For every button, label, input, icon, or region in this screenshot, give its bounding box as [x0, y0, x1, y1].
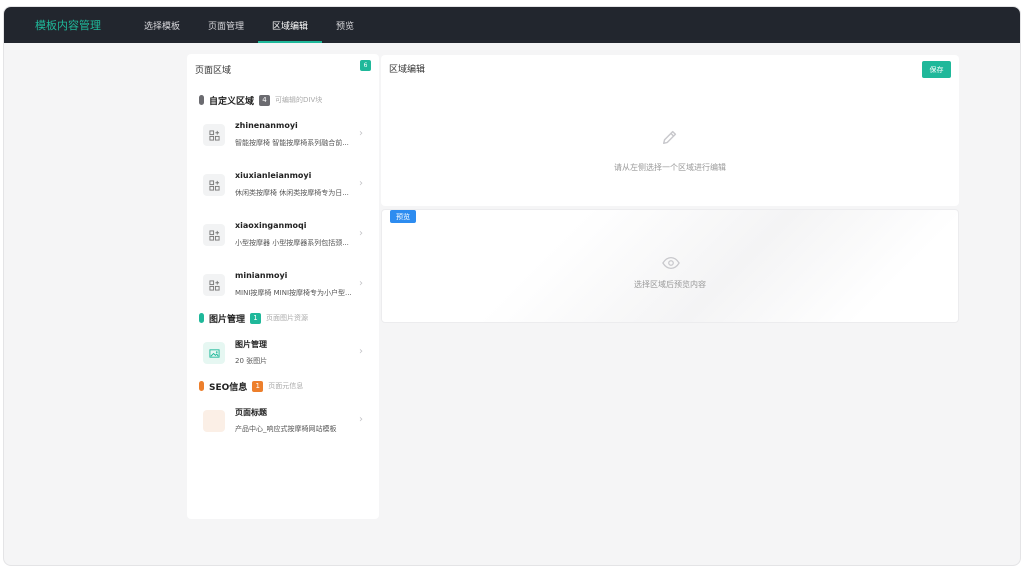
region-item-desc: 智能按摩椅 智能按摩椅系列融合前... — [235, 139, 349, 147]
section-count-badge: 1 — [250, 312, 262, 324]
page-regions-title: 页面区域 — [195, 66, 232, 76]
page-regions-panel: 页面区域 6 自定义区域 4 可编辑的DIV块 zhinenanmoyi 智能按… — [187, 54, 379, 519]
section-count-badge: 1 — [252, 380, 264, 392]
section-custom-regions: 自定义区域 4 可编辑的DIV块 — [199, 93, 322, 107]
region-item-minianmoyi[interactable]: minianmoyi MINI按摩椅 MINI按摩椅专为小户型... › — [197, 266, 369, 306]
region-item-page-title[interactable]: 页面标题 产品中心_响应式按摩椅网站模板 › — [197, 402, 369, 442]
region-item-name: 页面标题 — [235, 408, 267, 417]
eye-icon — [662, 255, 680, 274]
region-item-desc: 小型按摩器 小型按摩器系列包括颈... — [235, 239, 349, 247]
region-item-name: minianmoyi — [235, 271, 288, 280]
component-icon — [203, 224, 225, 246]
section-dot — [199, 313, 204, 323]
nav-tab-select-template[interactable]: 选择模板 — [130, 7, 194, 43]
section-seo-info: SEO信息 1 页面元信息 — [199, 379, 303, 393]
region-item-desc: 20 张图片 — [235, 357, 268, 365]
region-item-desc: 产品中心_响应式按摩椅网站模板 — [235, 425, 337, 433]
component-icon — [203, 124, 225, 146]
image-icon — [203, 342, 225, 364]
region-item-xiaoxinganmoqi[interactable]: xiaoxinganmoqi 小型按摩器 小型按摩器系列包括颈... › — [197, 216, 369, 256]
top-navbar: 模板内容管理 选择模板 页面管理 区域编辑 预览 — [4, 7, 1020, 43]
section-title: 图片管理 — [209, 314, 246, 325]
section-desc: 页面元信息 — [268, 382, 304, 390]
region-item-name: 图片管理 — [235, 340, 267, 349]
region-editor-panel: 区域编辑 保存 请从左侧选择一个区域进行编辑 — [381, 55, 959, 206]
save-button[interactable]: 保存 — [922, 61, 951, 78]
component-icon — [203, 274, 225, 296]
main-nav: 选择模板 页面管理 区域编辑 预览 — [130, 7, 368, 43]
chevron-right-icon: › — [359, 346, 363, 357]
nav-tab-page-management[interactable]: 页面管理 — [194, 7, 258, 43]
chevron-right-icon: › — [359, 128, 363, 139]
section-title: SEO信息 — [209, 382, 248, 393]
component-icon — [203, 174, 225, 196]
nav-tab-preview[interactable]: 预览 — [322, 7, 368, 43]
region-item-name: xiaoxinganmoqi — [235, 221, 307, 230]
chevron-right-icon: › — [359, 278, 363, 289]
region-item-desc: MINI按摩椅 MINI按摩椅专为小户型... — [235, 289, 352, 297]
section-count-badge: 4 — [259, 94, 271, 106]
regions-count-badge: 6 — [360, 60, 371, 71]
region-item-desc: 休闲类按摩椅 休闲类按摩椅专为日... — [235, 189, 349, 197]
region-item-zhinenanmoyi[interactable]: zhinenanmoyi 智能按摩椅 智能按摩椅系列融合前... › — [197, 116, 369, 156]
region-item-xiuxianleianmoyi[interactable]: xiuxianleianmoyi 休闲类按摩椅 休闲类按摩椅专为日... › — [197, 166, 369, 206]
section-dot — [199, 95, 204, 105]
region-item-name: xiuxianleianmoyi — [235, 171, 312, 180]
region-item-image-management[interactable]: 图片管理 20 张图片 › — [197, 334, 369, 374]
nav-tab-region-edit[interactable]: 区域编辑 — [258, 7, 323, 43]
chevron-right-icon: › — [359, 414, 363, 425]
brand-title: 模板内容管理 — [35, 19, 101, 32]
region-item-name: zhinenanmoyi — [235, 121, 298, 130]
preview-empty-hint: 选择区域后预览内容 — [634, 280, 706, 289]
section-dot — [199, 381, 204, 391]
editor-empty-hint: 请从左侧选择一个区域进行编辑 — [614, 163, 726, 172]
section-image-management: 图片管理 1 页面图片资源 — [199, 311, 308, 325]
preview-panel: 预览 选择区域后预览内容 — [381, 209, 959, 323]
app-window: 模板内容管理 选择模板 页面管理 区域编辑 预览 页面区域 6 自定义区域 4 … — [3, 6, 1021, 566]
preview-tag: 预览 — [390, 210, 416, 223]
pencil-icon — [661, 128, 679, 150]
seo-icon — [203, 410, 225, 432]
section-desc: 可编辑的DIV块 — [275, 96, 323, 104]
section-title: 自定义区域 — [209, 96, 255, 107]
section-desc: 页面图片资源 — [266, 314, 309, 322]
chevron-right-icon: › — [359, 228, 363, 239]
region-editor-title: 区域编辑 — [389, 65, 426, 75]
chevron-right-icon: › — [359, 178, 363, 189]
